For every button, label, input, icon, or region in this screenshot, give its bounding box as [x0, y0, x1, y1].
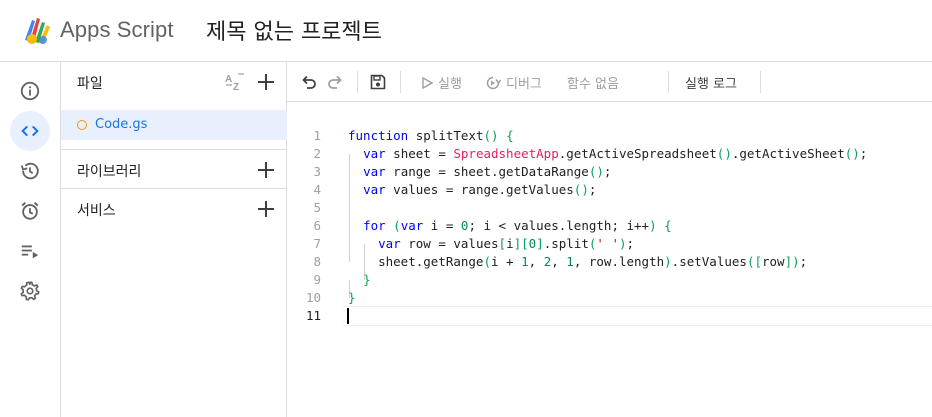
executions-nav-button[interactable] [10, 151, 50, 191]
save-icon [370, 74, 386, 90]
code-line: 6 for (var i = 0; i < values.length; i++… [287, 217, 932, 235]
line-number: 11 [305, 308, 321, 323]
run-button[interactable]: 실행 [421, 73, 462, 92]
apps-script-logo[interactable] [22, 14, 54, 46]
libraries-section[interactable]: 라이브러리 [61, 149, 287, 189]
run-label: 실행 [438, 77, 462, 92]
line-number: 6 [313, 218, 321, 233]
line-code: for (var i = 0; i < values.length; i++) … [363, 218, 672, 233]
file-type-dot-icon [77, 120, 87, 130]
debug-label: 디버그 [506, 77, 542, 92]
code-line: 3 var range = sheet.getDataRange(); [287, 163, 932, 181]
code-line: 11 [287, 307, 932, 325]
line-code: var values = range.getValues(); [363, 182, 597, 197]
code-editor[interactable]: 1 function splitText() { 2 var sheet = Spr… [287, 103, 932, 417]
add-service-button[interactable] [255, 198, 277, 220]
playlist-play-icon [21, 245, 39, 259]
execution-log-button[interactable]: 실행 로그 [685, 73, 737, 92]
line-number: 7 [313, 236, 321, 251]
svg-text:A: A [225, 74, 232, 85]
line-number: 1 [313, 128, 321, 143]
executions-list-nav-button[interactable] [10, 231, 50, 271]
settings-nav-button[interactable] [10, 271, 50, 311]
code-line: 5 [287, 199, 932, 217]
debug-icon [486, 76, 501, 89]
execution-log-label: 실행 로그 [685, 77, 737, 92]
info-icon [20, 81, 40, 101]
files-header: 파일 A Z [61, 62, 287, 100]
line-number: 9 [313, 272, 321, 287]
services-label: 서비스 [77, 203, 116, 219]
sort-az-icon[interactable]: A Z [224, 71, 246, 93]
code-icon [21, 125, 39, 137]
line-code: function splitText() { [348, 128, 514, 143]
debug-button[interactable]: 디버그 [485, 73, 542, 92]
undo-button[interactable] [298, 71, 320, 93]
code-line: 9 } [287, 271, 932, 289]
overview-nav-button[interactable] [10, 71, 50, 111]
top-header: Apps Script 제목 없는 프로젝트 [0, 0, 932, 62]
play-icon [422, 76, 433, 89]
line-code: var range = sheet.getDataRange(); [363, 164, 612, 179]
line-number: 8 [313, 254, 321, 269]
redo-icon [328, 75, 342, 89]
function-select-label: 함수 없음 [567, 77, 619, 92]
function-select[interactable]: 함수 없음 [567, 73, 619, 92]
code-line: 1 function splitText() { [287, 127, 932, 145]
add-library-button[interactable] [255, 159, 277, 181]
line-code: var row = values[i][0].split(' '); [378, 236, 635, 251]
gear-icon [20, 281, 40, 301]
text-cursor [347, 308, 349, 324]
line-code: sheet.getRange(i + 1, 2, 1, row.length).… [348, 254, 808, 269]
code-line: 7 var row = values[i][0].split(' '); [287, 235, 932, 253]
left-nav-rail [0, 62, 61, 417]
save-button[interactable] [367, 71, 389, 93]
toolbar-divider [668, 71, 669, 93]
editor-nav-button[interactable] [10, 111, 50, 151]
file-name: Code.gs [95, 117, 148, 132]
file-item-code-gs[interactable]: Code.gs [61, 110, 287, 140]
svg-text:Z: Z [233, 82, 239, 93]
triggers-nav-button[interactable] [10, 191, 50, 231]
line-number: 10 [305, 290, 321, 305]
line-code: } [363, 272, 371, 287]
undo-icon [302, 75, 316, 89]
line-number: 5 [313, 200, 321, 215]
libraries-label: 라이브러리 [77, 164, 142, 180]
alarm-icon [21, 202, 39, 220]
line-code: } [348, 290, 356, 305]
files-panel: 파일 A Z Code.gs 라이브러리 서비스 [61, 62, 287, 417]
redo-button[interactable] [324, 71, 346, 93]
line-number: 3 [313, 164, 321, 179]
code-line: 8 sheet.getRange(i + 1, 2, 1, row.length… [287, 253, 932, 271]
line-number: 4 [313, 182, 321, 197]
app-name: Apps Script [60, 17, 174, 42]
services-section[interactable]: 서비스 [61, 188, 287, 228]
plus-icon [258, 162, 274, 178]
line-number: 2 [313, 146, 321, 161]
history-icon [20, 162, 39, 180]
toolbar-divider [357, 71, 358, 93]
toolbar-divider [400, 71, 401, 93]
code-line: 2 var sheet = SpreadsheetApp.getActiveSp… [287, 145, 932, 163]
plus-icon [258, 201, 274, 217]
toolbar-divider [760, 71, 761, 93]
editor-toolbar: 실행 디버그 함수 없음 실행 로그 [287, 62, 932, 102]
line-code: var sheet = SpreadsheetApp.getActiveSpre… [363, 146, 868, 161]
files-title: 파일 [77, 76, 103, 92]
add-file-button[interactable] [255, 71, 277, 93]
code-line: 10} [287, 289, 932, 307]
project-title[interactable]: 제목 없는 프로젝트 [206, 14, 382, 46]
plus-icon [258, 74, 274, 90]
code-line: 4 var values = range.getValues(); [287, 181, 932, 199]
